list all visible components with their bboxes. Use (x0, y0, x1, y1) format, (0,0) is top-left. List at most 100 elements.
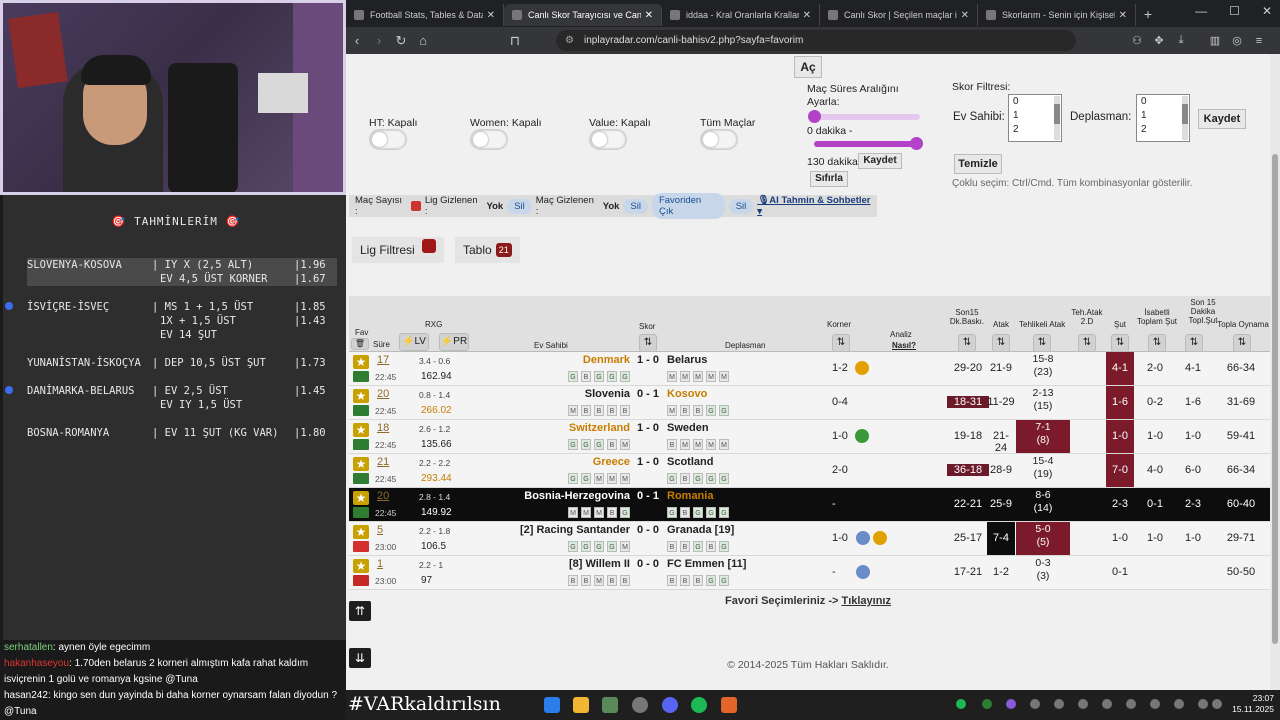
sort-korner-button[interactable]: ⇅ (832, 334, 850, 352)
favorite-star-icon[interactable]: ★ (353, 423, 369, 437)
all-matches-toggle[interactable] (700, 129, 738, 150)
save-score-button[interactable]: Kaydet (1198, 109, 1246, 129)
tray-icon[interactable] (1126, 699, 1136, 709)
money-bag-icon[interactable] (873, 531, 887, 545)
tray-app-icon[interactable] (982, 699, 992, 709)
download-icon[interactable]: ⤓ (1172, 34, 1190, 47)
match-row[interactable]: ★ 5 23:00 2.2 - 1.8 106.5 [2] Racing Santande… (349, 522, 1270, 556)
favorite-star-icon[interactable]: ★ (353, 457, 369, 471)
scroll-up-button[interactable]: ⇈ (349, 601, 371, 621)
home-team[interactable]: Greece (593, 456, 630, 468)
brave-icon[interactable] (721, 697, 737, 713)
favorites-link[interactable]: Tıklayınız (841, 595, 891, 607)
match-row[interactable]: ★ 20 22:45 2.8 - 1.4 149.92 Bosnia-Herzegovin… (349, 488, 1270, 522)
reload-icon[interactable]: ↻ (390, 33, 412, 49)
sort-son15-button[interactable]: ⇅ (958, 334, 976, 352)
sort-sut-button[interactable]: ⇅ (1111, 334, 1129, 352)
range-slider-max[interactable] (814, 137, 923, 150)
tray-pen-icon[interactable] (1006, 699, 1016, 709)
tray-icon[interactable] (1102, 699, 1112, 709)
url-field[interactable]: inplayradar.com/canli-bahisv2.php?sayfa=… (556, 30, 1076, 51)
sort-skor-button[interactable]: ⇅ (639, 334, 657, 352)
minimize-icon[interactable]: — (1195, 4, 1207, 18)
away-team[interactable]: Kosovo (667, 388, 707, 400)
page-scrollbar[interactable] (1270, 54, 1280, 690)
away-team[interactable]: FC Emmen [11] (667, 558, 746, 570)
obs-icon[interactable] (632, 697, 648, 713)
tab-close-icon[interactable]: ✕ (487, 10, 495, 21)
ai-chat-link[interactable]: 🎙AI Tahmin & Sohbetler ▾ (757, 195, 877, 217)
windows-start-icon[interactable] (544, 697, 560, 713)
home-team[interactable]: [8] Willem II (569, 558, 630, 570)
match-delete-button[interactable]: Sil (623, 198, 648, 214)
tab-close-icon[interactable]: ✕ (803, 10, 811, 21)
back-icon[interactable]: ‹ (346, 33, 368, 48)
sidebar-icon[interactable]: ▥ (1206, 34, 1224, 47)
tray-spotify-icon[interactable] (956, 699, 966, 709)
match-row[interactable]: ★ 21 22:45 2.2 - 2.2 293.44 Greece 1 - 0 Scotla… (349, 454, 1270, 488)
match-minute[interactable]: 18 (377, 422, 389, 434)
home-team[interactable]: Slovenia (585, 388, 630, 400)
menu-icon[interactable]: ≡ (1250, 35, 1268, 47)
file-explorer-icon[interactable] (573, 697, 589, 713)
range-slider-min[interactable] (808, 110, 920, 123)
favorite-star-icon[interactable]: ★ (353, 389, 369, 403)
tab-close-icon[interactable]: ✕ (645, 10, 653, 21)
drop-icon[interactable] (856, 531, 870, 545)
away-team[interactable]: Sweden (667, 422, 709, 434)
notepad-icon[interactable] (602, 697, 618, 713)
clear-button[interactable]: Temizle (954, 154, 1002, 174)
match-minute[interactable]: 5 (377, 524, 383, 536)
open-button[interactable]: Aç (794, 56, 822, 78)
match-minute[interactable]: 17 (377, 354, 389, 366)
forward-icon[interactable]: › (368, 33, 390, 48)
spotify-icon[interactable] (691, 697, 707, 713)
browser-tab[interactable]: Football Stats, Tables & Data | Socc ✕ (346, 4, 504, 26)
new-tab-button[interactable]: + (1136, 6, 1160, 22)
women-toggle[interactable] (470, 129, 508, 150)
sort-topla-button[interactable]: ⇅ (1233, 334, 1251, 352)
home-team[interactable]: [2] Racing Santander (520, 524, 630, 536)
sort-tehlikeli-button[interactable]: ⇅ (1033, 334, 1051, 352)
favorite-star-icon[interactable]: ★ (353, 491, 369, 505)
how-link[interactable]: Nasıl? (892, 341, 916, 350)
browser-tab[interactable]: iddaa - Kral Oranlarla Krallar Gibi K ✕ (662, 4, 820, 26)
browser-tab[interactable]: Canlı Skor Tarayıcısı ve Canlı Sk ✕ (504, 4, 662, 26)
tray-icon[interactable] (1030, 699, 1040, 709)
close-icon[interactable]: ✕ (1262, 4, 1272, 18)
extension-icon[interactable]: ⚇ (1128, 34, 1146, 47)
away-team[interactable]: Belarus (667, 354, 707, 366)
maximize-icon[interactable]: ☐ (1229, 4, 1240, 18)
trash-icon[interactable]: 🗑 (351, 338, 369, 350)
sort-son15sut-button[interactable]: ⇅ (1185, 334, 1203, 352)
tray-icon[interactable] (1150, 699, 1160, 709)
ht-toggle[interactable] (369, 129, 407, 150)
league-delete-button[interactable]: Sil (507, 198, 532, 214)
sort-pr-button[interactable]: ⚡PR (439, 333, 469, 351)
match-minute[interactable]: 20 (377, 388, 389, 400)
tab-close-icon[interactable]: ✕ (1119, 10, 1127, 21)
money-bag-icon[interactable] (855, 361, 869, 375)
mic-icon[interactable] (1174, 699, 1184, 709)
value-toggle[interactable] (589, 129, 627, 150)
match-row[interactable]: ★ 1 23:00 2.2 - 1 97 [8] Willem II 0 - 0 FC Emm… (349, 556, 1270, 590)
home-team[interactable]: Switzerland (569, 422, 630, 434)
save-range-button[interactable]: Kaydet (858, 153, 902, 169)
wallet-icon[interactable]: ◎ (1228, 34, 1246, 47)
away-score-select[interactable]: 012 (1136, 94, 1190, 142)
unfavorite-button[interactable]: Favoriden Çık (651, 193, 725, 219)
sort-isabetli-button[interactable]: ⇅ (1148, 334, 1166, 352)
network-icon[interactable] (1198, 699, 1208, 709)
browser-tab[interactable]: Skorlarım - Senin için Kişiselleştiril ✕ (978, 4, 1136, 26)
away-team[interactable]: Romania (667, 490, 713, 502)
sort-tehatak-button[interactable]: ⇅ (1078, 334, 1096, 352)
drop-icon[interactable] (856, 565, 870, 579)
away-team[interactable]: Scotland (667, 456, 713, 468)
match-row[interactable]: ★ 18 22:45 2.6 - 1.2 135.66 Switzerland 1 - 0 S… (349, 420, 1270, 454)
delete-button[interactable]: Sil (728, 198, 754, 214)
home-team[interactable]: Bosnia-Herzegovina (524, 490, 630, 502)
sort-lv-button[interactable]: ⚡LV (399, 333, 429, 351)
sort-atak-button[interactable]: ⇅ (992, 334, 1010, 352)
home-icon[interactable]: ⌂ (412, 33, 434, 48)
favorite-star-icon[interactable]: ★ (353, 559, 369, 573)
